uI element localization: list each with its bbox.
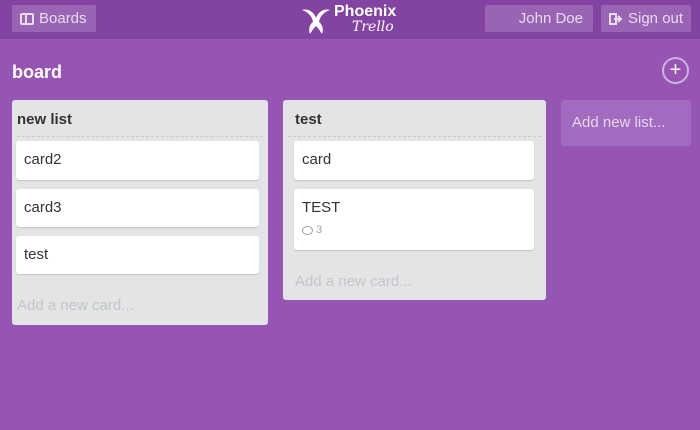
card[interactable]: test — [16, 236, 259, 274]
logo-subtitle: Trello — [352, 19, 394, 35]
sign-out-button[interactable]: Sign out — [601, 5, 691, 32]
current-user-button[interactable]: John Doe — [485, 5, 593, 32]
card[interactable]: TEST 3 — [294, 189, 534, 250]
add-list-input[interactable]: Add new list... — [561, 100, 691, 146]
card[interactable]: card — [294, 141, 534, 180]
comment-count-value: 3 — [316, 224, 323, 236]
board-title[interactable]: board — [12, 62, 62, 83]
user-name: John Doe — [518, 10, 583, 27]
card[interactable]: card2 — [16, 141, 259, 180]
top-navbar: Boards Phoenix Trello John Doe Sign out — [0, 0, 700, 39]
comment-count: 3 — [302, 224, 322, 236]
list-title[interactable]: test — [295, 111, 322, 128]
add-icon[interactable]: + — [662, 57, 689, 84]
card-text: test — [24, 246, 49, 263]
card-text: card3 — [24, 199, 62, 216]
list-new-list: new list card2 card3 test Add a new card… — [12, 100, 268, 325]
card-text: card — [302, 151, 332, 168]
phoenix-bird-icon — [302, 9, 330, 34]
list-test: test card TEST 3 Add a new card... — [283, 100, 546, 300]
boards-icon — [20, 12, 34, 25]
sign-out-label: Sign out — [628, 10, 684, 27]
add-card-input[interactable]: Add a new card... — [295, 273, 412, 290]
list-title[interactable]: new list — [17, 111, 72, 128]
list-divider — [288, 136, 541, 137]
card[interactable]: card3 — [16, 189, 259, 227]
comment-icon — [302, 225, 313, 235]
sign-out-icon — [609, 12, 623, 25]
list-divider — [17, 136, 263, 137]
app-logo[interactable]: Phoenix Trello — [298, 2, 402, 38]
add-card-input[interactable]: Add a new card... — [17, 297, 134, 314]
card-text: TEST — [302, 199, 341, 216]
boards-button[interactable]: Boards — [12, 5, 96, 32]
boards-label: Boards — [39, 10, 87, 27]
card-text: card2 — [24, 151, 62, 168]
